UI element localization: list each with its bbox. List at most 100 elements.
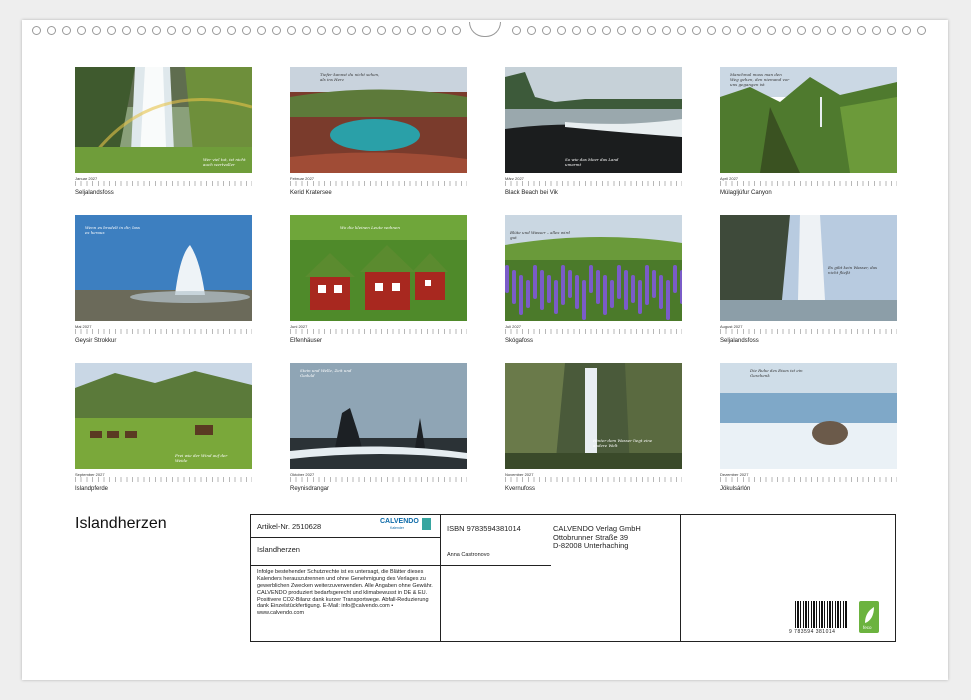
month-quote: Hinter dem Wasser liegt eine andere Welt (593, 438, 653, 449)
day-strip (75, 329, 252, 334)
day-strip (290, 477, 467, 482)
binding-ring (647, 26, 656, 35)
binding-ring (662, 26, 671, 35)
month-quote: Wenn es brodelt in dir, lass es heraus (85, 225, 140, 236)
binding-ring (512, 26, 521, 35)
binding-ring (692, 26, 701, 35)
month-quote: Die Ruhe des Eises ist ein Geschenk (750, 368, 803, 379)
month-caption: Black Beach bei Vik (505, 190, 558, 196)
binding-ring (272, 26, 281, 35)
binding-ring (392, 26, 401, 35)
book-title: Islandherzen (257, 545, 300, 554)
day-strip (290, 329, 467, 334)
month-caption: Seljalandsfoss (75, 190, 114, 196)
binding-ring (152, 26, 161, 35)
binding-ring (197, 26, 206, 35)
day-strip (720, 329, 897, 334)
binding-ring (122, 26, 131, 35)
calvendo-logo-icon (422, 518, 431, 530)
calvendo-logo-sub: Kalender (390, 526, 405, 530)
binding-ring (212, 26, 221, 35)
eco-label-text: feco (863, 625, 872, 630)
binding-ring (302, 26, 311, 35)
binding-ring (422, 26, 431, 35)
binding-ring (902, 26, 911, 35)
month-caption: Elfenhäuser (290, 338, 323, 344)
month-caption: Jökulsárlón (720, 486, 751, 492)
binding-ring (47, 26, 56, 35)
binding-ring (842, 26, 851, 35)
binding-ring (437, 26, 446, 35)
info-box: Artikel-Nr. 2510628 CALVENDO Kalender Is… (250, 514, 896, 642)
binding-ring (407, 26, 416, 35)
publisher-city: D-82008 Unterhaching (553, 541, 629, 550)
info-column-left: Artikel-Nr. 2510628 CALVENDO Kalender Is… (251, 515, 441, 641)
day-strip (720, 181, 897, 186)
binding-ring (797, 26, 806, 35)
month-tile: Tiefer kannst du nicht sehen, als ins He… (290, 67, 468, 197)
divider (251, 537, 440, 538)
binding-ring (452, 26, 461, 35)
month-photo (290, 67, 467, 173)
month-tile: So wie das Meer das Land umarmt März 202… (505, 67, 683, 197)
divider (441, 565, 551, 566)
month-tile: Hinter dem Wasser liegt eine andere Welt… (505, 363, 683, 493)
binding-ring (632, 26, 641, 35)
binding-ring (722, 26, 731, 35)
binding-ring (32, 26, 41, 35)
binding-ring (752, 26, 761, 35)
day-strip (505, 477, 682, 482)
legal-notice: Infolge bestehender Schutzrechte ist es … (257, 569, 433, 617)
binding-ring (572, 26, 581, 35)
month-quote: So wie das Meer das Land umarmt (565, 157, 619, 168)
binding-ring (602, 26, 611, 35)
month-quote: Blüte und Wasser – alles wird gut (510, 230, 570, 241)
month-caption: Seljalandsfoss (720, 338, 759, 344)
binding-ring (827, 26, 836, 35)
binding-ring (107, 26, 116, 35)
binding-ring (77, 26, 86, 35)
month-quote: Tiefer kannst du nicht sehen, als ins He… (320, 72, 380, 83)
month-tile: Manchmal muss man den Weg gehen, den nie… (720, 67, 898, 197)
calendar-back-sheet: Wer viel tut, ist nicht auch wertvoller … (22, 20, 948, 680)
month-tile: Wo die kleinen Leute wohnen Juni 2027 El… (290, 215, 468, 345)
month-caption: Reynisdrangar (290, 486, 330, 492)
barcode-number: 9 783594 381014 (789, 629, 836, 635)
month-caption: Múlagljúfur Canyon (720, 190, 772, 196)
day-strip (720, 477, 897, 482)
month-tile: Frei wie der Wind auf der Weide Septembe… (75, 363, 253, 493)
calendar-title: Islandherzen (75, 515, 167, 532)
day-strip (290, 181, 467, 186)
month-photo (290, 363, 467, 469)
binding-ring (872, 26, 881, 35)
month-quote: Stein und Welle, Zeit und Geduld (300, 368, 352, 379)
binding-ring (257, 26, 266, 35)
month-caption: Kvernufoss (505, 486, 536, 492)
month-tile: Stein und Welle, Zeit und Geduld Oktober… (290, 363, 468, 493)
binding-ring (317, 26, 326, 35)
binding-ring (137, 26, 146, 35)
day-strip (505, 181, 682, 186)
isbn: ISBN 9783594381014 (447, 524, 521, 533)
month-caption: Geysir Strokkur (75, 338, 117, 344)
month-photo (290, 215, 467, 321)
binding-ring (677, 26, 686, 35)
binding-ring (377, 26, 386, 35)
info-column-middle: ISBN 9783594381014 CALVENDO Verlag GmbH … (441, 515, 681, 641)
binding-ring (347, 26, 356, 35)
binding-ring (587, 26, 596, 35)
binding-ring (362, 26, 371, 35)
month-quote: Frei wie der Wind auf der Weide (175, 453, 228, 464)
author: Anna Castronovo (447, 552, 490, 558)
month-caption: Skógafoss (505, 338, 534, 344)
binding-ring (887, 26, 896, 35)
month-photo (505, 363, 682, 469)
binding-ring (707, 26, 716, 35)
month-tile: Blüte und Wasser – alles wird gut Juli 2… (505, 215, 683, 345)
month-quote: Wer viel tut, ist nicht auch wertvoller (203, 157, 246, 168)
month-tile: Es gibt kein Wasser, das nicht fließt Au… (720, 215, 898, 345)
day-strip (75, 477, 252, 482)
binding-ring (62, 26, 71, 35)
publisher-name: CALVENDO Verlag GmbH (553, 524, 641, 533)
binding-ring (812, 26, 821, 35)
